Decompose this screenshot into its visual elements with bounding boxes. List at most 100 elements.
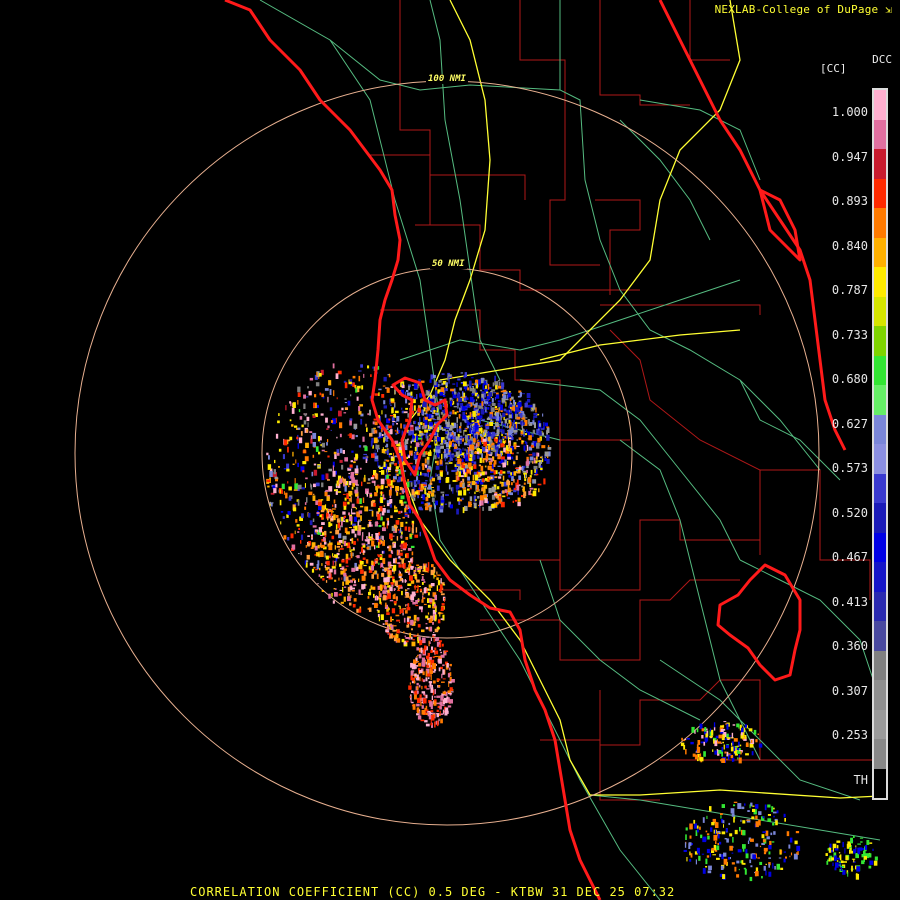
radar-echo-pixel [724, 751, 727, 754]
radar-echo-pixel [737, 849, 742, 853]
radar-echo-pixel [431, 715, 435, 721]
radar-echo-pixel [278, 448, 282, 452]
radar-echo-pixel [502, 412, 506, 417]
radar-echo-pixel [455, 436, 460, 441]
header-credit[interactable]: NEXLAB-College of DuPage ⇲ [715, 3, 892, 16]
radar-echo-pixel [356, 555, 360, 559]
radar-echo-pixel [347, 580, 351, 583]
radar-echo-pixel [358, 406, 361, 412]
radar-echo-pixel [762, 831, 766, 833]
radar-echo-pixel [396, 473, 399, 476]
radar-echo-pixel [463, 400, 467, 403]
radar-echo-pixel [723, 744, 725, 750]
radar-echo-pixel [312, 442, 316, 447]
radar-echo-pixel [751, 751, 754, 756]
radar-echo-pixel [436, 577, 439, 581]
radar-echo-pixel [529, 404, 533, 408]
radar-echo-pixel [419, 417, 421, 422]
radar-echo-pixel [770, 832, 773, 836]
radar-echo-pixel [433, 374, 436, 378]
radar-echo-pixel [742, 830, 746, 836]
radar-echo-pixel [406, 589, 408, 591]
radar-echo-pixel [352, 375, 356, 379]
radar-echo-pixel [425, 709, 429, 712]
radar-echo-pixel [346, 531, 350, 535]
radar-echo-pixel [422, 671, 425, 676]
radar-echo-pixel [523, 445, 526, 451]
radar-echo-pixel [873, 860, 878, 866]
radar-echo-pixel [435, 449, 438, 453]
radar-echo-pixel [856, 866, 861, 872]
radar-echo-pixel [704, 727, 707, 732]
radar-echo-pixel [352, 604, 356, 608]
radar-echo-pixel [324, 535, 327, 538]
radar-echo-pixel [472, 411, 476, 417]
radar-echo-pixel [370, 565, 374, 571]
radar-echo-pixel [475, 416, 477, 420]
radar-echo-pixel [445, 494, 449, 496]
radar-echo-pixel [776, 863, 780, 870]
radar-echo-pixel [356, 465, 359, 469]
radar-echo-pixel [343, 412, 347, 414]
radar-echo-pixel [385, 622, 388, 625]
radar-echo-pixel [467, 462, 472, 468]
radar-echo-pixel [311, 536, 313, 538]
radar-echo-pixel [444, 599, 446, 601]
radar-echo-pixel [796, 852, 799, 854]
radar-echo-pixel [374, 481, 376, 486]
radar-echo-pixel [482, 459, 485, 463]
radar-echo-pixel [324, 492, 328, 497]
radar-echo-pixel [420, 719, 425, 722]
radar-echo-pixel [390, 565, 394, 566]
radar-echo-pixel [494, 406, 498, 408]
radar-echo-pixel [428, 627, 430, 631]
radar-echo-pixel [486, 417, 491, 420]
radar-echo-pixel [737, 803, 742, 809]
radar-echo-pixel [536, 442, 540, 449]
radar-echo-pixel [353, 584, 357, 587]
radar-echo-pixel [482, 489, 484, 495]
radar-echo-pixel [368, 536, 373, 539]
radar-echo-pixel [457, 393, 461, 399]
radar-echo-pixel [427, 588, 429, 591]
color-legend: DCC [CC] 1.000 0.947 0.893 0.840 0.787 0.733 0… [820, 52, 900, 812]
legend-color-segment [874, 503, 886, 534]
radar-echo-pixel [771, 806, 774, 813]
radar-echo-pixel [283, 439, 288, 446]
radar-echo-pixel [767, 818, 772, 822]
radar-echo-pixel [712, 749, 714, 752]
radar-echo-pixel [388, 554, 392, 558]
legend-tick-label: 0.253 [831, 728, 868, 742]
radar-echo-pixel [301, 487, 305, 490]
radar-echo-pixel [473, 464, 477, 469]
radar-echo-pixel [396, 536, 399, 541]
radar-echo-pixel [836, 840, 841, 843]
radar-echo-pixel [351, 549, 355, 551]
radar-echo-pixel [452, 480, 457, 482]
radar-echo-pixel [786, 831, 790, 837]
radar-echo-pixel [400, 549, 403, 552]
radar-echo-pixel [334, 592, 338, 597]
radar-echo-pixel [491, 504, 495, 509]
radar-echo-pixel [398, 510, 401, 514]
radar-echo-pixel [498, 476, 502, 479]
radar-echo-pixel [408, 430, 412, 436]
radar-echo-pixel [386, 387, 390, 393]
radar-echo-pixel [390, 616, 392, 622]
radar-echo-pixel [529, 422, 533, 424]
radar-echo-pixel [828, 857, 831, 862]
radar-echo-pixel [832, 862, 834, 867]
radar-echo-pixel [476, 396, 478, 398]
radar-echo-pixel [287, 511, 291, 515]
radar-echo-pixel [367, 365, 370, 369]
radar-echo-pixel [426, 688, 430, 690]
radar-echo-pixel [685, 834, 687, 840]
radar-echo-pixel [321, 590, 324, 592]
product-title: CORRELATION COEFFICIENT (CC) 0.5 DEG - K… [190, 885, 676, 899]
radar-echo-pixel [763, 852, 767, 855]
radar-echo-pixel [683, 849, 687, 852]
radar-echo-pixel [501, 483, 503, 487]
radar-echo-pixel [487, 404, 491, 406]
radar-echo-pixel [401, 383, 403, 386]
radar-echo-pixel [516, 452, 519, 454]
